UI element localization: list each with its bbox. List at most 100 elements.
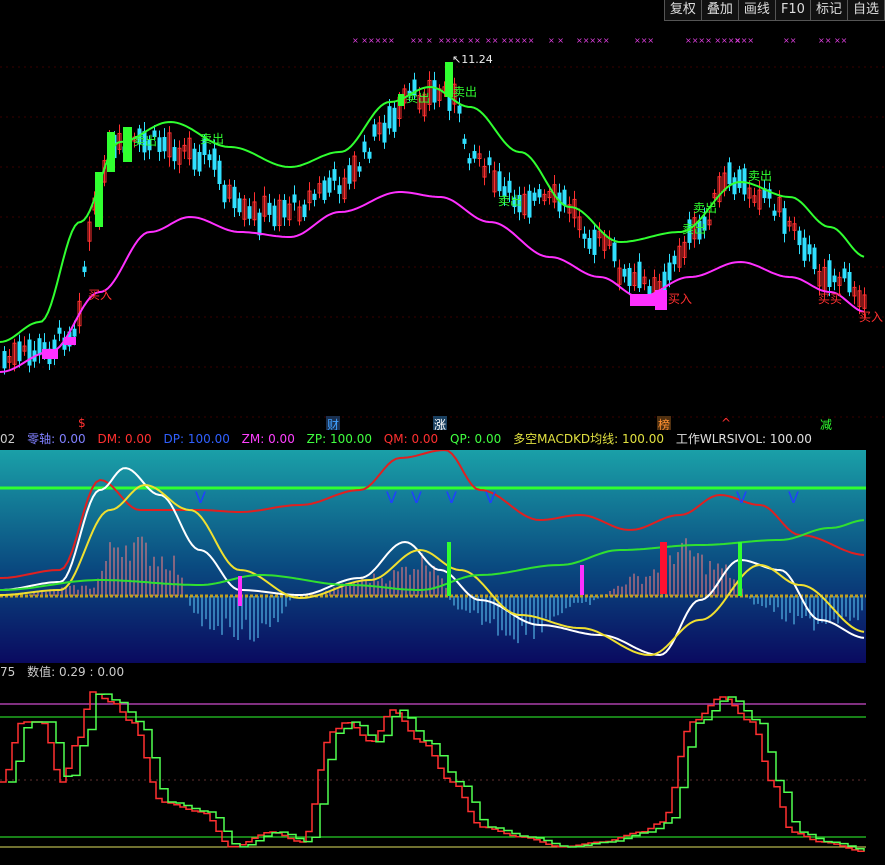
buy-signal: 买入 xyxy=(88,288,113,302)
green-bar xyxy=(95,172,103,227)
mark-button[interactable]: 标记 xyxy=(809,0,848,21)
candle-body xyxy=(217,160,222,184)
candle-body xyxy=(462,138,467,144)
chart-mark: ××× xyxy=(634,36,655,45)
candlestick-chart[interactable]: × ××××× ×× × ×××× ×× ×× ××××× × × ××××× … xyxy=(0,22,885,433)
v-signal: V xyxy=(485,488,496,507)
buy-signal: 买入 xyxy=(668,292,693,306)
candle-body xyxy=(527,190,532,218)
green-signal-bar xyxy=(447,542,451,596)
chart-mark: ××××× xyxy=(576,36,610,45)
chart-mark: ×× ×× xyxy=(818,36,848,45)
green-bar xyxy=(123,127,132,162)
event-marker[interactable]: ^ xyxy=(721,416,731,430)
v-signal: V xyxy=(446,488,457,507)
candle-body xyxy=(772,210,777,216)
sell-signal: 卖出 xyxy=(133,134,158,148)
candle-body xyxy=(172,147,177,162)
candle-body xyxy=(472,151,477,159)
candle-body xyxy=(372,124,377,137)
candle-body xyxy=(332,169,337,181)
magenta-signal-bar xyxy=(238,576,242,606)
restore-right-button[interactable]: 复权 xyxy=(663,0,702,21)
candle-body xyxy=(432,80,437,103)
candle-body xyxy=(732,177,737,195)
candle-body xyxy=(532,192,537,201)
indicator-info-bar: 02 零轴: 0.00 DM: 0.00 DP: 100.00 ZM: 0.00… xyxy=(0,430,885,448)
red-signal-bar xyxy=(660,542,667,594)
macd-svg[interactable] xyxy=(0,450,885,663)
candle-body xyxy=(337,185,342,194)
candle-body xyxy=(807,244,812,255)
candle-body xyxy=(487,157,492,166)
v-signal: V xyxy=(386,488,397,507)
candle-body xyxy=(782,208,787,234)
chart-mark: × × xyxy=(548,36,564,45)
sell-signal: 卖出 xyxy=(406,91,431,105)
macd-chart[interactable]: V V V V V V V xyxy=(0,450,885,663)
candle-body xyxy=(562,189,567,206)
kd-svg[interactable] xyxy=(0,682,885,865)
candle-body xyxy=(82,266,87,273)
candle-body xyxy=(847,271,852,293)
indicator-item: DP: 100.00 xyxy=(163,432,230,446)
candle-body xyxy=(247,206,252,219)
candle-body xyxy=(467,158,472,164)
candle-body xyxy=(362,141,367,153)
sell-signal: 卖出 xyxy=(453,85,478,99)
candle-body xyxy=(37,338,42,356)
candle-body xyxy=(207,154,212,161)
candle-body xyxy=(222,184,227,203)
candle-body xyxy=(802,237,807,261)
sell-signal: 卖出 xyxy=(498,194,523,208)
v-signal: V xyxy=(736,488,747,507)
candle-body xyxy=(797,230,802,246)
toolbar: 复权 叠加 画线 F10 标记 自选 xyxy=(663,0,885,22)
candle-body xyxy=(312,193,317,200)
candle-body xyxy=(612,242,617,262)
candle-body xyxy=(367,151,372,159)
candle-body xyxy=(237,198,242,213)
candlestick-svg[interactable] xyxy=(0,22,885,430)
v-signal: V xyxy=(788,488,799,507)
candle-body xyxy=(457,105,462,114)
chart-mark: ×× ××××× xyxy=(485,36,535,45)
candle-body xyxy=(302,204,307,218)
candle-body xyxy=(27,339,32,366)
indicator-item: 工作WLRSIVOL: 100.00 xyxy=(675,432,812,446)
sell-signal: 卖出 xyxy=(748,169,773,183)
candle-body xyxy=(727,162,732,185)
high-price-label: ↖11.24 xyxy=(452,53,493,66)
candle-body xyxy=(272,205,277,227)
macd-background xyxy=(0,450,866,663)
magenta-signal-bar xyxy=(580,565,584,595)
buy-signal: 买入 xyxy=(859,310,884,324)
overlay-button[interactable]: 叠加 xyxy=(700,0,739,21)
candle-body xyxy=(157,137,162,152)
sell-signal: 卖出 xyxy=(693,201,718,215)
indicator-item: ZP: 100.00 xyxy=(306,432,372,446)
value-info-bar: 75 数值: 0.29 : 0.00 xyxy=(0,663,885,681)
draw-line-button[interactable]: 画线 xyxy=(737,0,776,21)
f10-button[interactable]: F10 xyxy=(774,0,811,21)
candle-body xyxy=(357,166,362,172)
upper-band-line xyxy=(0,85,865,343)
k-line xyxy=(0,691,865,853)
candle-body xyxy=(162,137,167,152)
indicator-item: 多空MACDKD均线: 100.00 xyxy=(513,432,665,446)
indicator-item: QP: 0.00 xyxy=(450,432,502,446)
value-item: 数值: 0.29 : 0.00 xyxy=(27,665,125,679)
candle-body xyxy=(497,171,502,192)
candle-body xyxy=(387,106,392,129)
v-signal: V xyxy=(195,488,206,507)
watchlist-button[interactable]: 自选 xyxy=(846,0,885,21)
kd-chart[interactable] xyxy=(0,682,885,865)
candle-body xyxy=(267,202,272,215)
candle-body xyxy=(647,286,652,295)
candle-body xyxy=(507,180,512,193)
green-signal-bar xyxy=(738,542,742,596)
event-marker[interactable]: $ xyxy=(78,416,86,430)
candle-body xyxy=(2,351,7,369)
candle-body xyxy=(392,107,397,132)
candle-body xyxy=(587,238,592,249)
